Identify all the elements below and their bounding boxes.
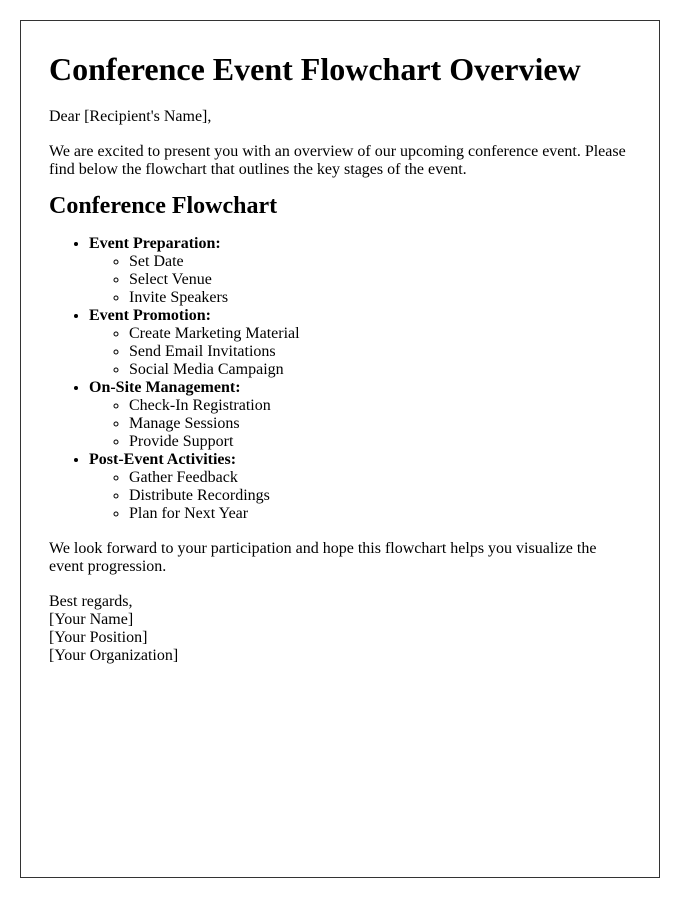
stage-item: On-Site Management: Check-In Registratio…	[89, 379, 631, 451]
letter-container: Conference Event Flowchart Overview Dear…	[20, 20, 660, 878]
stage-label: Event Preparation:	[89, 235, 221, 252]
task-item: Send Email Invitations	[129, 343, 631, 361]
stage-label: Post-Event Activities:	[89, 451, 237, 468]
task-item: Check-In Registration	[129, 397, 631, 415]
stage-label: On-Site Management:	[89, 379, 241, 396]
signoff-name: [Your Name]	[49, 611, 134, 628]
signoff-organization: [Your Organization]	[49, 647, 179, 664]
task-list: Check-In Registration Manage Sessions Pr…	[89, 397, 631, 451]
task-item: Select Venue	[129, 271, 631, 289]
closing-paragraph: We look forward to your participation an…	[49, 540, 597, 575]
signoff-regards: Best regards,	[49, 593, 133, 610]
stage-label: Event Promotion:	[89, 307, 211, 324]
task-item: Distribute Recordings	[129, 487, 631, 505]
signature-block: Best regards, [Your Name] [Your Position…	[49, 593, 631, 665]
section-heading: Conference Flowchart	[49, 193, 278, 219]
stage-list: Event Preparation: Set Date Select Venue…	[49, 235, 631, 523]
task-list: Create Marketing Material Send Email Inv…	[89, 325, 631, 379]
task-item: Provide Support	[129, 433, 631, 451]
task-item: Set Date	[129, 253, 631, 271]
task-item: Create Marketing Material	[129, 325, 631, 343]
stage-item: Event Preparation: Set Date Select Venue…	[89, 235, 631, 307]
task-list: Gather Feedback Distribute Recordings Pl…	[89, 469, 631, 523]
signoff-position: [Your Position]	[49, 629, 148, 646]
stage-item: Post-Event Activities: Gather Feedback D…	[89, 451, 631, 523]
stage-item: Event Promotion: Create Marketing Materi…	[89, 307, 631, 379]
task-item: Social Media Campaign	[129, 361, 631, 379]
task-item: Manage Sessions	[129, 415, 631, 433]
greeting: Dear [Recipient's Name],	[49, 108, 212, 125]
task-item: Invite Speakers	[129, 289, 631, 307]
task-item: Gather Feedback	[129, 469, 631, 487]
task-list: Set Date Select Venue Invite Speakers	[89, 253, 631, 307]
page-title: Conference Event Flowchart Overview	[49, 51, 581, 87]
task-item: Plan for Next Year	[129, 505, 631, 523]
intro-paragraph: We are excited to present you with an ov…	[49, 143, 626, 178]
